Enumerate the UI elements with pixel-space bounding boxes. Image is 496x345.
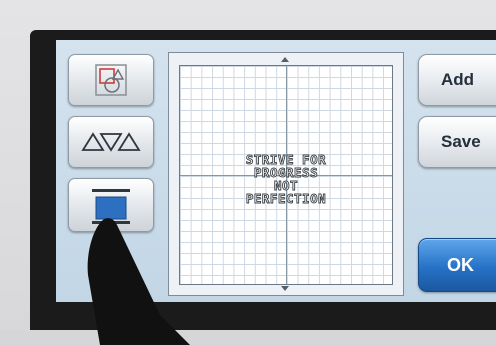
add-button[interactable]: Add <box>418 54 496 106</box>
ok-button[interactable]: OK <box>418 238 496 292</box>
alignment-button[interactable] <box>68 178 154 232</box>
alignment-bar-icon <box>92 189 130 224</box>
scroll-down-arrow-icon[interactable] <box>281 286 289 291</box>
touch-screen: STRIVE FOR PROGRESS NOT PERFECTION Add S… <box>56 40 496 302</box>
cutting-mat-preview[interactable]: STRIVE FOR PROGRESS NOT PERFECTION <box>168 52 404 296</box>
triangles-icon <box>81 132 141 152</box>
design-text-line: PERFECTION <box>245 191 327 206</box>
shape-layers-button[interactable] <box>68 54 154 106</box>
shape-triangles-button[interactable] <box>68 116 154 168</box>
design-text[interactable]: STRIVE FOR PROGRESS NOT PERFECTION <box>179 153 393 206</box>
scroll-up-arrow-icon[interactable] <box>281 57 289 62</box>
shape-layers-icon <box>95 64 127 96</box>
save-button[interactable]: Save <box>418 116 496 168</box>
